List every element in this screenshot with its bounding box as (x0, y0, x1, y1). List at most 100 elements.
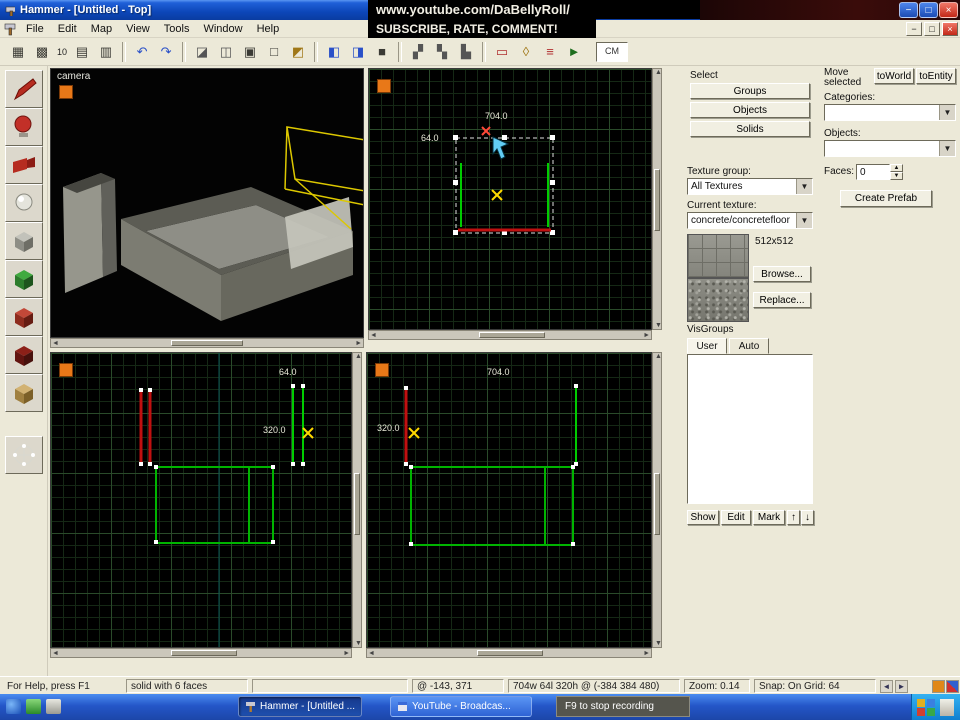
menu-map[interactable]: Map (84, 21, 119, 37)
save-window-state-icon[interactable]: ▥ (94, 40, 118, 64)
cut-icon[interactable]: ▞ (406, 40, 430, 64)
viewport-side-v-scrollbar[interactable]: ▲ ▼ (652, 352, 662, 648)
h-scrollbar-thumb[interactable] (479, 332, 545, 338)
to-entity-button[interactable]: toEntity (916, 68, 956, 84)
menu-help[interactable]: Help (250, 21, 287, 37)
tray-icon-2[interactable] (927, 699, 935, 707)
menu-view[interactable]: View (119, 21, 157, 37)
paste-icon[interactable]: ▙ (454, 40, 478, 64)
taskbar-item-hammer[interactable]: Hammer - [Untitled ... (238, 696, 362, 717)
browse-button[interactable]: Browse... (753, 266, 811, 282)
menu-edit[interactable]: Edit (51, 21, 84, 37)
select-touching-icon[interactable]: ◊ (514, 40, 538, 64)
tray-icon-1[interactable] (917, 699, 925, 707)
visgroup-show-button[interactable]: Show (687, 510, 719, 525)
create-prefab-button[interactable]: Create Prefab (840, 190, 932, 207)
maximize-button[interactable]: □ (919, 2, 938, 18)
faces-input[interactable]: 0 (856, 164, 890, 180)
tray-icon-4[interactable] (927, 708, 935, 716)
apply-decals-tool[interactable] (4, 336, 43, 374)
copy-icon[interactable]: ▚ (430, 40, 454, 64)
ignore-groups-icon[interactable]: ◩ (286, 40, 310, 64)
menu-file[interactable]: File (19, 21, 51, 37)
chevron-down-icon[interactable]: ▼ (939, 105, 955, 120)
viewport-front-v-scrollbar[interactable]: ▲ ▼ (352, 352, 362, 648)
load-window-state-icon[interactable]: ▤ (70, 40, 94, 64)
scroll-right-icon[interactable]: ► (895, 680, 908, 693)
taskbar-item-youtube[interactable]: YouTube - Broadcas... (390, 696, 532, 717)
viewport-front-h-scrollbar[interactable]: ◄ ► (50, 648, 352, 658)
menu-tools[interactable]: Tools (157, 21, 197, 37)
select-solids-button[interactable]: Solids (690, 121, 810, 137)
block-tool[interactable] (4, 222, 43, 260)
visgroup-edit-button[interactable]: Edit (721, 510, 751, 525)
entity-tool[interactable] (4, 184, 43, 222)
quick-launch-icon-1[interactable] (6, 699, 21, 714)
h-scrollbar-thumb[interactable] (477, 650, 543, 656)
apply-texture-tool[interactable] (4, 298, 43, 336)
redo-icon[interactable]: ↷ (154, 40, 178, 64)
tray-icon-5[interactable] (940, 699, 954, 716)
cordon-icon[interactable]: ▭ (490, 40, 514, 64)
v-scrollbar-thumb[interactable] (354, 473, 360, 535)
move-down-icon[interactable]: ↓ (801, 510, 814, 525)
categories-dropdown[interactable]: ▼ (824, 104, 956, 121)
to-world-button[interactable]: toWorld (874, 68, 914, 84)
viewport-side[interactable]: 704.0 320.0 (366, 352, 652, 648)
objects-dropdown[interactable]: ▼ (824, 140, 956, 157)
visgroup-mark-button[interactable]: Mark (753, 510, 785, 525)
close-button[interactable]: × (939, 2, 958, 18)
camera-tool[interactable] (4, 146, 43, 184)
texture-preview-bottom[interactable] (687, 278, 749, 322)
ungroup-icon[interactable]: □ (262, 40, 286, 64)
minimize-button[interactable]: − (899, 2, 918, 18)
carve-icon[interactable]: ◪ (190, 40, 214, 64)
texture-preview-top[interactable] (687, 234, 749, 278)
viewport-side-h-scrollbar[interactable]: ◄ ► (366, 648, 652, 658)
vertex-tool[interactable] (4, 436, 43, 474)
viewport-top-v-scrollbar[interactable]: ▲ ▼ (652, 68, 662, 330)
tab-user[interactable]: User (687, 338, 727, 354)
move-up-icon[interactable]: ↑ (787, 510, 800, 525)
mdi-restore-button[interactable]: □ (924, 22, 940, 36)
toggle-grid-icon[interactable]: ▦ (6, 40, 30, 64)
viewport3d-h-scrollbar[interactable]: ◄ ► (50, 338, 364, 348)
clipping-tool[interactable] (4, 374, 43, 412)
grid-smaller-icon[interactable]: ▩ (30, 40, 54, 64)
current-texture-dropdown[interactable]: concrete/concretefloor ▼ (687, 212, 813, 229)
group-icon[interactable]: ▣ (238, 40, 262, 64)
run-map-icon[interactable]: ► (562, 40, 586, 64)
show-all-icon[interactable]: ■ (370, 40, 394, 64)
quick-launch-icon-2[interactable] (26, 699, 41, 714)
texture-lock-icon[interactable]: ≡ (538, 40, 562, 64)
selection-tool[interactable] (4, 70, 43, 108)
hide-unselected-icon[interactable]: ◨ (346, 40, 370, 64)
visgroups-list[interactable] (687, 354, 813, 504)
viewport-3d[interactable]: camera (50, 68, 364, 338)
chevron-down-icon[interactable]: ▼ (939, 141, 955, 156)
replace-button[interactable]: Replace... (753, 292, 811, 308)
select-objects-button[interactable]: Objects (690, 102, 810, 118)
magnify-tool[interactable] (4, 108, 43, 146)
make-hollow-icon[interactable]: ◫ (214, 40, 238, 64)
quick-launch-icon-3[interactable] (46, 699, 61, 714)
undo-icon[interactable]: ↶ (130, 40, 154, 64)
faces-stepper[interactable]: ▲ ▼ (890, 164, 903, 180)
mdi-close-button[interactable]: × (942, 22, 958, 36)
tab-auto[interactable]: Auto (729, 338, 769, 354)
texture-application-tool[interactable] (4, 260, 43, 298)
tray-icon-3[interactable] (917, 708, 925, 716)
viewport-top[interactable]: 704.0 64.0 (368, 68, 652, 330)
chevron-down-icon[interactable]: ▼ (796, 213, 812, 228)
mdi-minimize-button[interactable]: − (906, 22, 922, 36)
viewport-front[interactable]: 64.0 320.0 (50, 352, 352, 648)
v-scrollbar-thumb[interactable] (654, 169, 660, 231)
viewport-top-h-scrollbar[interactable]: ◄ ► (368, 330, 652, 340)
h-scrollbar-thumb[interactable] (171, 650, 237, 656)
chevron-down-icon[interactable]: ▼ (796, 179, 812, 194)
scroll-left-icon[interactable]: ◄ (880, 680, 893, 693)
menu-window[interactable]: Window (196, 21, 249, 37)
texture-group-dropdown[interactable]: All Textures ▼ (687, 178, 813, 195)
v-scrollbar-thumb[interactable] (654, 473, 660, 535)
h-scrollbar-thumb[interactable] (171, 340, 243, 346)
